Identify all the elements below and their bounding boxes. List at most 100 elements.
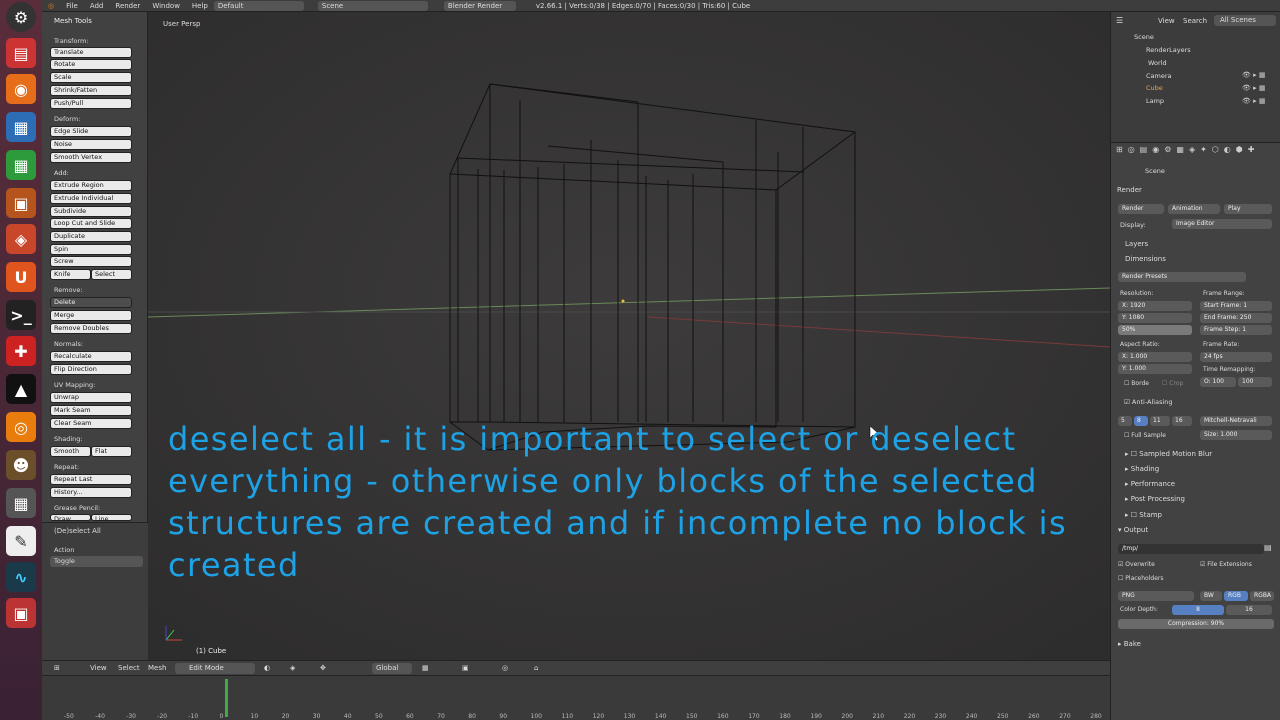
visibility-eye-icon[interactable]: 👁 ▸ ▦ bbox=[1242, 71, 1265, 79]
motion-blur-panel-header[interactable]: ▸ ☐ Sampled Motion Blur bbox=[1125, 450, 1212, 458]
resolution-x-field[interactable]: X: 1920 bbox=[1118, 301, 1192, 311]
noise-button[interactable]: Noise bbox=[50, 139, 132, 150]
border-checkbox[interactable]: ☐ Borde bbox=[1124, 380, 1149, 387]
manipulator-icon[interactable]: ✥ bbox=[320, 664, 326, 672]
folder-icon[interactable]: ▤ bbox=[1264, 543, 1272, 552]
remove-doubles-button[interactable]: Remove Doubles bbox=[50, 323, 132, 334]
aspect-x-field[interactable]: X: 1.000 bbox=[1118, 352, 1192, 362]
action-select[interactable]: Toggle bbox=[50, 556, 143, 567]
aa-16-button[interactable]: 16 bbox=[1172, 416, 1192, 426]
delete-button[interactable]: Delete bbox=[50, 297, 132, 308]
history-button[interactable]: History... bbox=[50, 487, 132, 498]
frame-step-field[interactable]: Frame Step: 1 bbox=[1200, 325, 1272, 335]
visibility-eye-icon[interactable]: 👁 ▸ ▦ bbox=[1242, 84, 1265, 92]
end-frame-field[interactable]: End Frame: 250 bbox=[1200, 313, 1272, 323]
animation-button[interactable]: Animation bbox=[1168, 204, 1220, 214]
terminal-icon[interactable]: >_ bbox=[6, 300, 36, 330]
system-monitor-icon[interactable]: ∿ bbox=[6, 562, 36, 592]
aa-size-field[interactable]: Size: 1.000 bbox=[1200, 430, 1272, 440]
depth-16-button[interactable]: 16 bbox=[1226, 605, 1272, 615]
full-sample-checkbox[interactable]: ☐ Full Sample bbox=[1124, 432, 1166, 439]
resolution-y-field[interactable]: Y: 1080 bbox=[1118, 313, 1192, 323]
impress-icon[interactable]: ▣ bbox=[6, 188, 36, 218]
dash-icon[interactable]: ⚙ bbox=[6, 2, 36, 32]
smooth-vertex-button[interactable]: Smooth Vertex bbox=[50, 152, 132, 163]
outliner-item-world[interactable]: World bbox=[1148, 59, 1167, 67]
spin-button[interactable]: Spin bbox=[50, 244, 132, 255]
files-icon[interactable]: ▤ bbox=[6, 38, 36, 68]
shading-panel-header[interactable]: ▸ Shading bbox=[1125, 465, 1159, 473]
duplicate-button[interactable]: Duplicate bbox=[50, 231, 132, 242]
line-button[interactable]: Line bbox=[91, 514, 132, 521]
shading-icon[interactable]: ◐ bbox=[264, 664, 270, 672]
extrude-individual-button[interactable]: Extrude Individual bbox=[50, 193, 132, 204]
workspace-icon[interactable]: ▣ bbox=[6, 598, 36, 628]
display-select[interactable]: Image Editor bbox=[1172, 219, 1272, 229]
firefox-icon[interactable]: ◉ bbox=[6, 74, 36, 104]
menu-help[interactable]: Help bbox=[186, 2, 214, 10]
scene-select[interactable]: Scene bbox=[317, 0, 428, 11]
writer-icon[interactable]: ▦ bbox=[6, 112, 36, 142]
fps-select[interactable]: 24 fps bbox=[1200, 352, 1272, 362]
outliner-item-renderlayers[interactable]: RenderLayers bbox=[1146, 46, 1191, 54]
depth-8-button[interactable]: 8 bbox=[1172, 605, 1224, 615]
stamp-panel-header[interactable]: ▸ ☐ Stamp bbox=[1125, 511, 1162, 519]
flip-direction-button[interactable]: Flip Direction bbox=[50, 364, 132, 375]
file-extensions-checkbox[interactable]: ☑ File Extensions bbox=[1200, 561, 1252, 568]
calc-icon[interactable]: ▦ bbox=[6, 150, 36, 180]
visibility-eye-icon[interactable]: 👁 ▸ ▦ bbox=[1242, 97, 1265, 105]
compression-slider[interactable]: Compression: 90% bbox=[1118, 619, 1274, 629]
outliner-item-lamp[interactable]: Lamp bbox=[1146, 97, 1164, 105]
loop-cut-button[interactable]: Loop Cut and Slide bbox=[50, 218, 132, 229]
rgba-button[interactable]: RGBA bbox=[1250, 591, 1274, 601]
outliner-item-cube[interactable]: Cube bbox=[1146, 84, 1163, 92]
outliner-type-icon[interactable]: ☰ bbox=[1116, 16, 1123, 25]
text-editor-icon[interactable]: ✎ bbox=[6, 526, 36, 556]
select-mode-icon[interactable]: ▣ bbox=[462, 664, 469, 672]
mark-seam-button[interactable]: Mark Seam bbox=[50, 405, 132, 416]
render-presets-select[interactable]: Render Presets bbox=[1118, 272, 1246, 282]
play-button[interactable]: Play bbox=[1224, 204, 1272, 214]
header-menu-select[interactable]: Select bbox=[118, 664, 140, 672]
bw-button[interactable]: BW bbox=[1200, 591, 1222, 601]
crop-checkbox[interactable]: ☐ Crop bbox=[1162, 380, 1183, 387]
aa-filter-select[interactable]: Mitchell-Netravali bbox=[1200, 416, 1272, 426]
extrude-region-button[interactable]: Extrude Region bbox=[50, 180, 132, 191]
operator-title[interactable]: (De)select All bbox=[54, 527, 101, 535]
mode-select[interactable]: Edit Mode bbox=[175, 663, 255, 674]
aspect-y-field[interactable]: Y: 1.000 bbox=[1118, 364, 1192, 374]
smooth-button[interactable]: Smooth bbox=[50, 446, 91, 457]
aa-5-button[interactable]: 5 bbox=[1118, 416, 1132, 426]
knife-button[interactable]: Knife bbox=[50, 269, 91, 280]
translate-button[interactable]: Translate bbox=[50, 47, 132, 58]
properties-context-tabs[interactable]: ⊞◎▤◉⚙▦◈✦⬡◐⬢✚ bbox=[1116, 145, 1259, 154]
subdivide-button[interactable]: Subdivide bbox=[50, 206, 132, 217]
aa-8-button[interactable]: 8 bbox=[1134, 416, 1148, 426]
push-pull-button[interactable]: Push/Pull bbox=[50, 98, 132, 109]
engine-select[interactable]: Blender Render bbox=[443, 0, 516, 11]
overwrite-checkbox[interactable]: ☑ Overwrite bbox=[1118, 561, 1155, 568]
render-button[interactable]: Render bbox=[1118, 204, 1164, 214]
post-processing-panel-header[interactable]: ▸ Post Processing bbox=[1125, 495, 1185, 503]
blender-menu-icon[interactable]: ◎ bbox=[42, 2, 60, 10]
unwrap-button[interactable]: Unwrap bbox=[50, 392, 132, 403]
recalculate-button[interactable]: Recalculate bbox=[50, 351, 132, 362]
snap-icon[interactable]: ⌂ bbox=[534, 664, 538, 672]
blender-icon[interactable]: ◎ bbox=[6, 412, 36, 442]
outliner-item-scene[interactable]: Scene bbox=[1134, 33, 1154, 41]
menu-file[interactable]: File bbox=[60, 2, 84, 10]
menu-render[interactable]: Render bbox=[109, 2, 146, 10]
edge-slide-button[interactable]: Edge Slide bbox=[50, 126, 132, 137]
placeholders-checkbox[interactable]: ☐ Placeholders bbox=[1118, 575, 1163, 582]
rgb-button[interactable]: RGB bbox=[1224, 591, 1248, 601]
shrink-fatten-button[interactable]: Shrink/Fatten bbox=[50, 85, 132, 96]
menu-window[interactable]: Window bbox=[146, 2, 186, 10]
flat-button[interactable]: Flat bbox=[91, 446, 132, 457]
calculator-icon[interactable]: ▦ bbox=[6, 488, 36, 518]
outliner-item-camera[interactable]: Camera bbox=[1146, 72, 1172, 80]
knife-select-button[interactable]: Select bbox=[91, 269, 132, 280]
render-panel-header[interactable]: Render bbox=[1117, 186, 1142, 194]
screw-button[interactable]: Screw bbox=[50, 256, 132, 267]
start-frame-field[interactable]: Start Frame: 1 bbox=[1200, 301, 1272, 311]
software-center-icon[interactable]: ◈ bbox=[6, 224, 36, 254]
